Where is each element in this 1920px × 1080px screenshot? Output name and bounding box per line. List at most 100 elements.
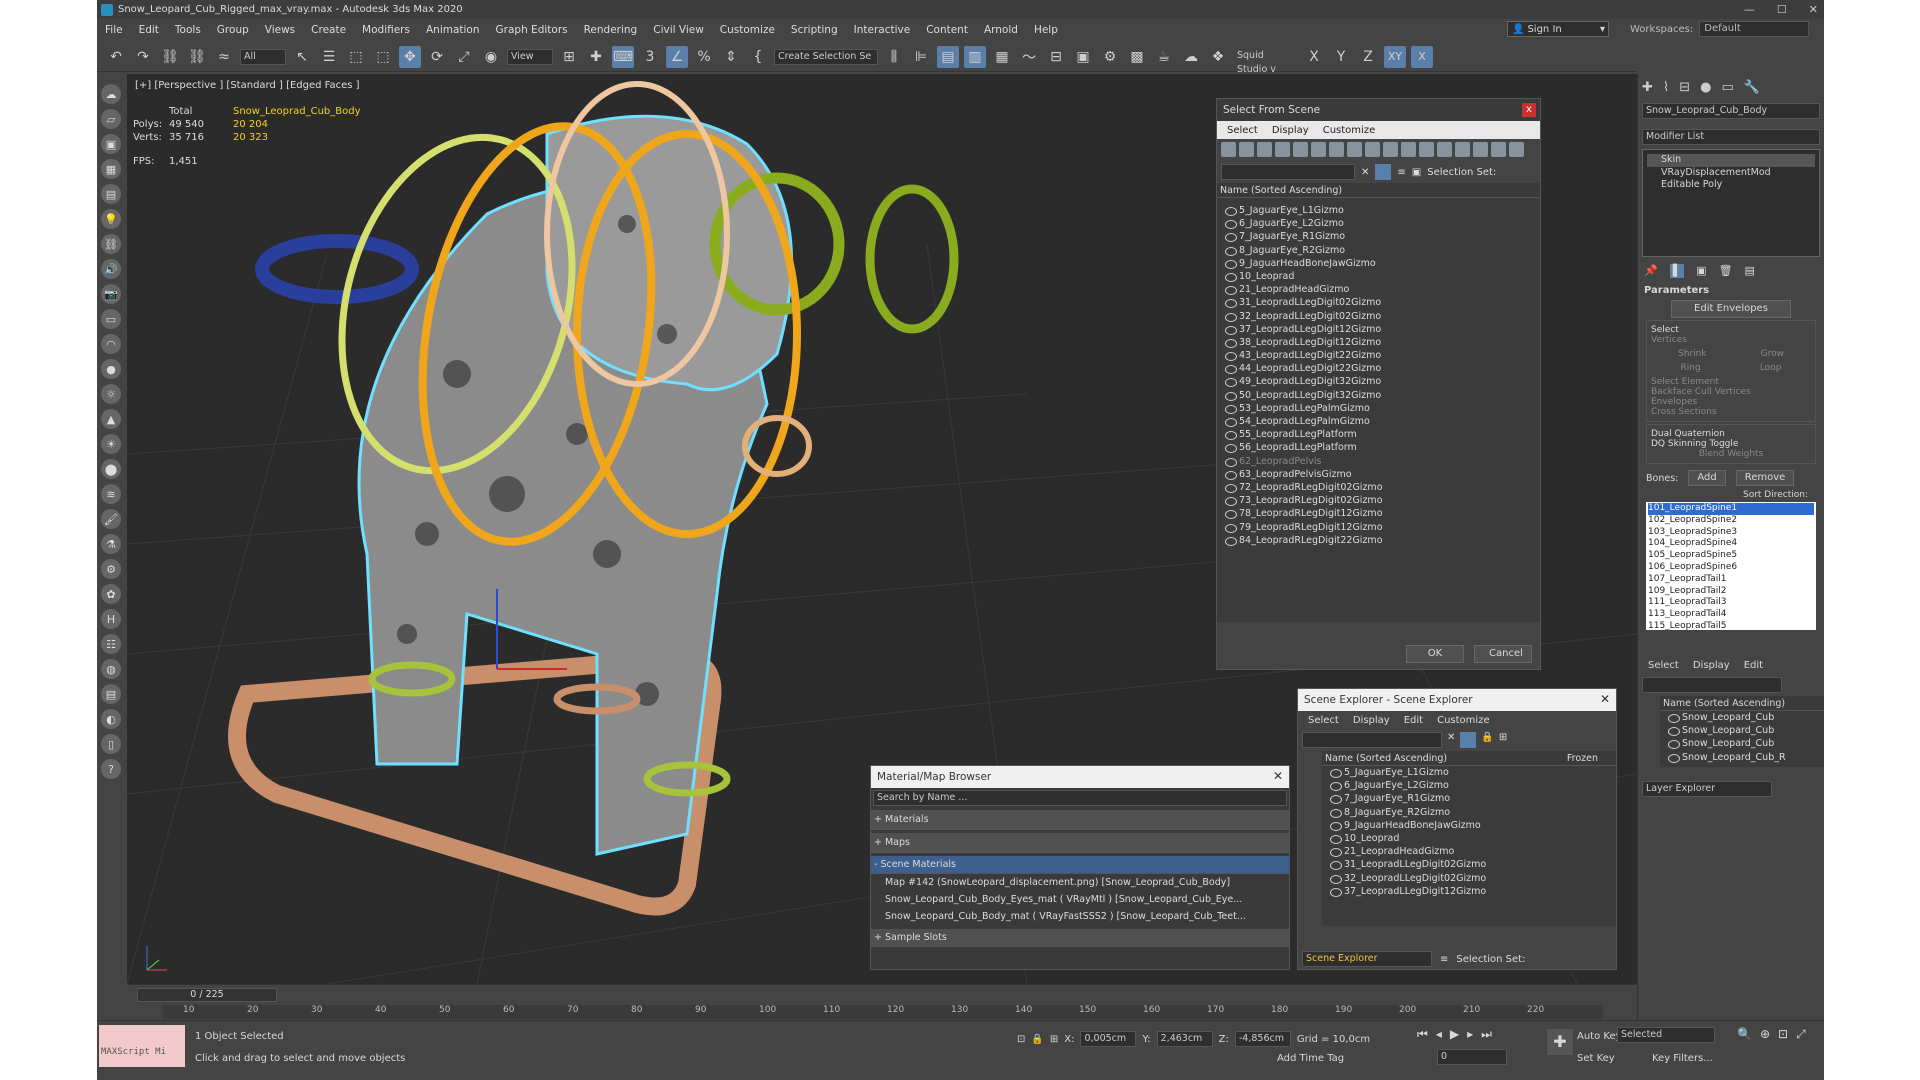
menu-scripting[interactable]: Scripting: [783, 24, 846, 36]
current-frame-field[interactable]: 0: [1437, 1049, 1507, 1065]
make-unique-icon[interactable]: ▣: [1696, 264, 1706, 278]
select-object-icon[interactable]: ↖: [291, 46, 313, 68]
maximize-button[interactable]: ☐: [1777, 0, 1787, 19]
scene-explorer-row[interactable]: 9_JaguarHeadBoneJawGizmo: [1322, 819, 1616, 832]
dq-skinning-toggle[interactable]: DQ Skinning Toggle: [1651, 439, 1811, 449]
remove-modifier-icon[interactable]: 🗑: [1719, 264, 1733, 278]
link-icon[interactable]: ⛓: [159, 46, 181, 68]
scene-object-row[interactable]: 56_LeopradLLegPlatform: [1217, 441, 1540, 454]
scene-explorer-row[interactable]: 7_JaguarEye_R1Gizmo: [1322, 792, 1616, 805]
se-menu-select[interactable]: Select: [1308, 715, 1339, 726]
bind-spacewarp-icon[interactable]: ≈: [213, 46, 235, 68]
material-browser-close-icon[interactable]: ✕: [1273, 769, 1283, 783]
scene-object-row[interactable]: 10_Leoprad: [1217, 270, 1540, 283]
keyboard-shortcut-icon[interactable]: ⌨: [612, 45, 634, 68]
display-tab-icon[interactable]: ▭: [1722, 80, 1734, 95]
maximize-viewport-icon[interactable]: ⤢: [1796, 1027, 1806, 1042]
layers-icon[interactable]: ≡: [1397, 167, 1405, 178]
rendered-frame-icon[interactable]: ▩: [1126, 46, 1148, 68]
scene-explorer-row[interactable]: 37_LeopradLLegDigit12Gizmo: [1322, 885, 1616, 898]
render-cloud-icon[interactable]: ☁: [1180, 46, 1202, 68]
light-icon[interactable]: ☼: [101, 384, 121, 404]
sphere-icon[interactable]: ●: [101, 359, 121, 379]
camera-filter-icon[interactable]: [1275, 142, 1290, 157]
vertices-checkbox[interactable]: Vertices: [1651, 335, 1811, 345]
bone-list-item[interactable]: 109_LeopradTail2: [1648, 586, 1814, 598]
plane-icon[interactable]: ▱: [101, 109, 121, 129]
se-clear-icon[interactable]: ✕: [1447, 732, 1455, 748]
angle-snap-icon[interactable]: ∠: [666, 45, 688, 68]
se-frozen-header[interactable]: Frozen: [1567, 751, 1598, 766]
sun-icon[interactable]: ☀: [101, 434, 121, 454]
scene-object-row[interactable]: 53_LeopradLLegPalmGizmo: [1217, 402, 1540, 415]
auto-key-button[interactable]: Auto Key: [1577, 1031, 1622, 1042]
key-set-dropdown[interactable]: Selected: [1617, 1027, 1715, 1043]
hidden-filter-icon[interactable]: [1419, 142, 1434, 157]
scene-object-row[interactable]: 32_LeopradLLegDigit02Gizmo: [1217, 310, 1540, 323]
mirror-icon[interactable]: ⫼: [883, 46, 905, 68]
key-filters-button[interactable]: Key Filters...: [1652, 1053, 1713, 1064]
zoom-extents-icon[interactable]: ⊡: [1778, 1027, 1788, 1042]
modifier-editable-poly[interactable]: Editable Poly: [1647, 179, 1815, 192]
material-editor-icon[interactable]: ▣: [1072, 46, 1094, 68]
spacewarp-filter-icon[interactable]: [1311, 142, 1326, 157]
named-selection-dropdown[interactable]: Create Selection Se: [774, 48, 878, 65]
remove-bone-button[interactable]: Remove: [1735, 470, 1795, 486]
frozen-filter-icon[interactable]: [1401, 142, 1416, 157]
volume-icon[interactable]: 🔊: [101, 259, 121, 279]
move-icon[interactable]: ✥: [399, 45, 421, 68]
studio-dropdown[interactable]: Squid Studio v: [1234, 48, 1298, 75]
edit-envelopes-button[interactable]: Edit Envelopes: [1671, 300, 1791, 318]
box-icon[interactable]: ▭: [101, 309, 121, 329]
snap-icon[interactable]: 3: [639, 46, 661, 68]
scene-object-row[interactable]: 73_LeopradRLegDigit02Gizmo: [1217, 494, 1540, 507]
filter-toggle-icon[interactable]: [1375, 164, 1392, 180]
gear-icon[interactable]: ⚙: [101, 559, 121, 579]
layer-row[interactable]: Snow_Leopard_Cub: [1660, 711, 1824, 724]
scene-object-row[interactable]: 7_JaguarEye_R1Gizmo: [1217, 230, 1540, 243]
menu-edit[interactable]: Edit: [131, 24, 167, 36]
y-coordinate-field[interactable]: 2,463cm: [1156, 1031, 1213, 1047]
scene-object-row[interactable]: 49_LeopradLLegDigit32Gizmo: [1217, 375, 1540, 388]
absolute-mode-icon[interactable]: ⊞: [1050, 1034, 1058, 1045]
ribbon-icon[interactable]: ▦: [991, 46, 1013, 68]
utilities-tab-icon[interactable]: 🔧: [1744, 80, 1760, 95]
bone-list-item[interactable]: 107_LeopradTail1: [1648, 574, 1814, 586]
zoom-all-icon[interactable]: ⊕: [1760, 1027, 1770, 1042]
scene-object-row[interactable]: 43_LeopradLLegDigit22Gizmo: [1217, 349, 1540, 362]
track-bar[interactable]: 10 20 30 40 50 60 70 80 90 100 110 120 130 140 150 160 1…: [163, 1005, 1603, 1019]
material-item[interactable]: Snow_Leopard_Cub_Body_Eyes_mat ( VRayMtl…: [885, 891, 1289, 908]
scene-explorer-row[interactable]: 10_Leoprad: [1322, 832, 1616, 845]
menu-help[interactable]: Help: [1026, 24, 1066, 36]
sample-slots-section[interactable]: + Sample Slots: [871, 929, 1289, 947]
sfs-column-header[interactable]: Name (Sorted Ascending): [1217, 183, 1540, 198]
menu-tools[interactable]: Tools: [167, 24, 209, 36]
next-frame-icon[interactable]: ▸: [1467, 1027, 1473, 1042]
render-production-icon[interactable]: ❖: [1207, 46, 1229, 68]
layer-row[interactable]: Snow_Leopard_Cub: [1660, 737, 1824, 750]
scene-object-row[interactable]: 72_LeopradRLegDigit02Gizmo: [1217, 481, 1540, 494]
bone-list-item[interactable]: 111_LeopradTail3: [1648, 597, 1814, 609]
place-icon[interactable]: ◉: [480, 46, 502, 68]
bone-list-item[interactable]: 115_LeopradTail5: [1648, 621, 1814, 630]
ring-button[interactable]: Ring: [1681, 363, 1701, 373]
bone-list-item[interactable]: 102_LeopradSpine2: [1648, 515, 1814, 527]
hf-icon[interactable]: H: [101, 609, 121, 629]
z-coordinate-field[interactable]: -4,856cm: [1234, 1031, 1291, 1047]
dialog-close-button[interactable]: x: [1522, 103, 1536, 117]
menu-views[interactable]: Views: [257, 24, 303, 36]
menu-content[interactable]: Content: [918, 24, 976, 36]
scene-object-row[interactable]: 8_JaguarEye_R2Gizmo: [1217, 244, 1540, 257]
material-item[interactable]: Snow_Leopard_Cub_Body_mat ( VRayFastSSS2…: [885, 908, 1289, 925]
ok-button[interactable]: OK: [1406, 645, 1464, 663]
menu-civil-view[interactable]: Civil View: [645, 24, 712, 36]
redo-icon[interactable]: ↷: [132, 46, 154, 68]
x-coordinate-field[interactable]: 0,005cm: [1080, 1031, 1137, 1047]
globe-icon[interactable]: ◍: [101, 659, 121, 679]
create-tab-icon[interactable]: ✚: [1642, 80, 1653, 95]
undo-icon[interactable]: ↶: [105, 46, 127, 68]
scene-object-row[interactable]: 54_LeopradLLegPalmGizmo: [1217, 415, 1540, 428]
select-all-icon[interactable]: [1437, 142, 1452, 157]
se-explorer-name-dropdown[interactable]: Scene Explorer: [1302, 951, 1432, 967]
scene-object-row[interactable]: 5_JaguarEye_L1Gizmo: [1217, 204, 1540, 217]
